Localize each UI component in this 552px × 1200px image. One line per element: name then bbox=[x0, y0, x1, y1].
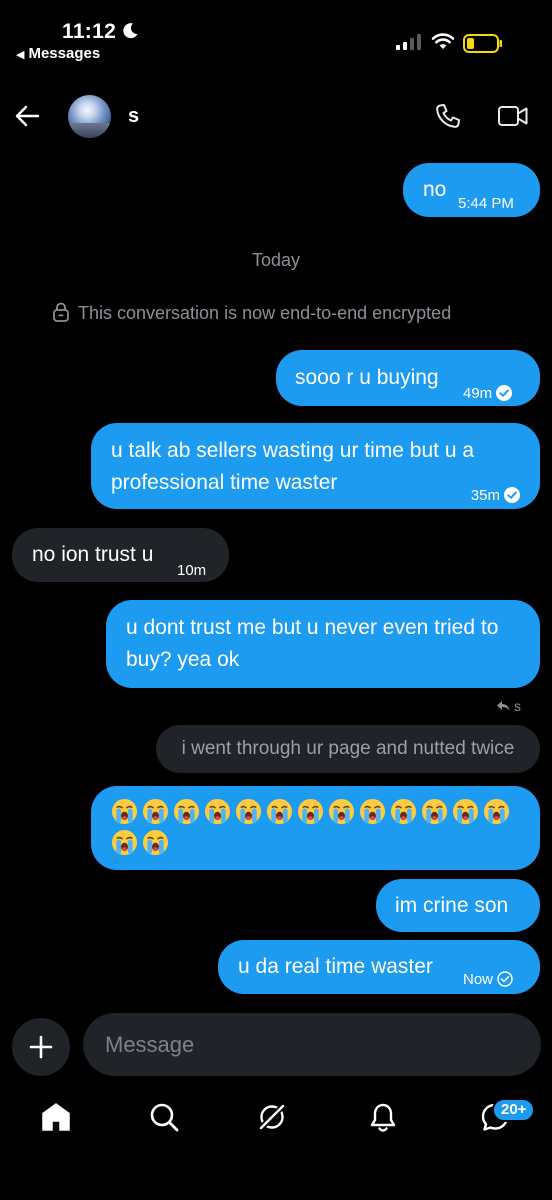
message-bubble-outgoing[interactable]: u dont trust me but u never even tried t… bbox=[106, 600, 540, 688]
message-text: no ion trust u bbox=[32, 543, 154, 566]
reply-indicator: s bbox=[496, 698, 521, 714]
conversation-name[interactable]: s bbox=[128, 105, 139, 128]
loudly-crying-face-emoji bbox=[266, 798, 293, 825]
message-time: 49m bbox=[463, 385, 493, 402]
dm-screen: 11:12 ◀ Messages s no 5:44 PM Today This… bbox=[0, 0, 552, 1200]
message-bubble-outgoing[interactable]: no 5:44 PM bbox=[403, 163, 540, 217]
read-check-icon bbox=[504, 487, 520, 503]
loudly-crying-face-emoji bbox=[483, 798, 510, 825]
message-text: no bbox=[423, 178, 447, 201]
notifications-icon[interactable] bbox=[367, 1101, 399, 1133]
message-bubble-incoming[interactable]: no ion trust u 10m bbox=[12, 528, 229, 582]
emoji-row bbox=[111, 798, 522, 860]
message-bubble-outgoing[interactable]: sooo r u buying 49m bbox=[276, 350, 540, 406]
message-time: 35m bbox=[470, 487, 500, 504]
search-icon[interactable] bbox=[148, 1101, 180, 1133]
message-meta: 49m bbox=[463, 378, 513, 410]
loudly-crying-face-emoji bbox=[142, 798, 169, 825]
status-time: 11:12 bbox=[62, 20, 117, 43]
message-text: sooo r u buying bbox=[295, 366, 439, 389]
home-icon[interactable] bbox=[40, 1101, 72, 1133]
add-attachment-button[interactable] bbox=[12, 1018, 70, 1076]
grok-icon[interactable] bbox=[256, 1101, 288, 1133]
quoted-message[interactable]: i went through ur page and nutted twice bbox=[156, 725, 540, 773]
back-to-messages-link[interactable]: ◀ Messages bbox=[16, 45, 100, 62]
read-check-icon bbox=[496, 385, 513, 401]
loudly-crying-face-emoji bbox=[421, 798, 448, 825]
phone-icon[interactable] bbox=[434, 102, 462, 130]
loudly-crying-face-emoji bbox=[452, 798, 479, 825]
loudly-crying-face-emoji bbox=[235, 798, 262, 825]
back-arrow-icon[interactable] bbox=[14, 103, 40, 129]
encryption-notice: This conversation is now end-to-end encr… bbox=[52, 302, 451, 324]
avatar[interactable] bbox=[68, 95, 111, 138]
back-to-messages-label: Messages bbox=[28, 45, 101, 62]
wifi-icon bbox=[431, 33, 455, 49]
loudly-crying-face-emoji bbox=[297, 798, 324, 825]
lock-icon bbox=[53, 302, 69, 322]
message-time: 10m bbox=[177, 562, 207, 579]
loudly-crying-face-emoji bbox=[111, 829, 138, 856]
loudly-crying-face-emoji bbox=[173, 798, 200, 825]
message-time: Now bbox=[463, 971, 494, 988]
day-divider: Today bbox=[251, 250, 301, 270]
message-bubble-outgoing[interactable]: u da real time waster Now bbox=[218, 940, 540, 994]
plus-icon bbox=[29, 1035, 53, 1059]
loudly-crying-face-emoji bbox=[390, 798, 417, 825]
back-triangle-icon: ◀ bbox=[16, 49, 25, 61]
loudly-crying-face-emoji bbox=[111, 798, 138, 825]
loudly-crying-face-emoji bbox=[142, 829, 169, 856]
message-text: u talk ab sellers wasting ur time but u … bbox=[111, 439, 475, 494]
encryption-notice-text: This conversation is now end-to-end encr… bbox=[78, 303, 452, 323]
message-bubble-outgoing[interactable]: u talk ab sellers wasting ur time but u … bbox=[91, 423, 540, 509]
message-text: u da real time waster bbox=[238, 955, 433, 978]
loudly-crying-face-emoji bbox=[359, 798, 386, 825]
message-bubble-outgoing[interactable] bbox=[91, 786, 540, 870]
messages-badge: 20+ bbox=[492, 1098, 536, 1122]
cellular-signal-icon bbox=[396, 34, 421, 50]
message-text: u dont trust me but u never even tried t… bbox=[126, 616, 499, 671]
video-call-icon[interactable] bbox=[497, 103, 529, 129]
sent-check-icon bbox=[497, 971, 513, 987]
reply-arrow-icon bbox=[497, 701, 510, 711]
message-time: 5:44 PM bbox=[458, 195, 514, 212]
message-meta: Now bbox=[463, 964, 513, 996]
message-input[interactable] bbox=[83, 1013, 541, 1076]
loudly-crying-face-emoji bbox=[204, 798, 231, 825]
moon-icon bbox=[123, 23, 138, 39]
message-bubble-outgoing[interactable]: im crine son bbox=[376, 879, 540, 932]
battery-icon bbox=[463, 34, 502, 53]
reply-author: s bbox=[514, 698, 521, 714]
loudly-crying-face-emoji bbox=[328, 798, 355, 825]
message-meta: 35m bbox=[471, 480, 520, 512]
message-text: im crine son bbox=[395, 894, 509, 917]
